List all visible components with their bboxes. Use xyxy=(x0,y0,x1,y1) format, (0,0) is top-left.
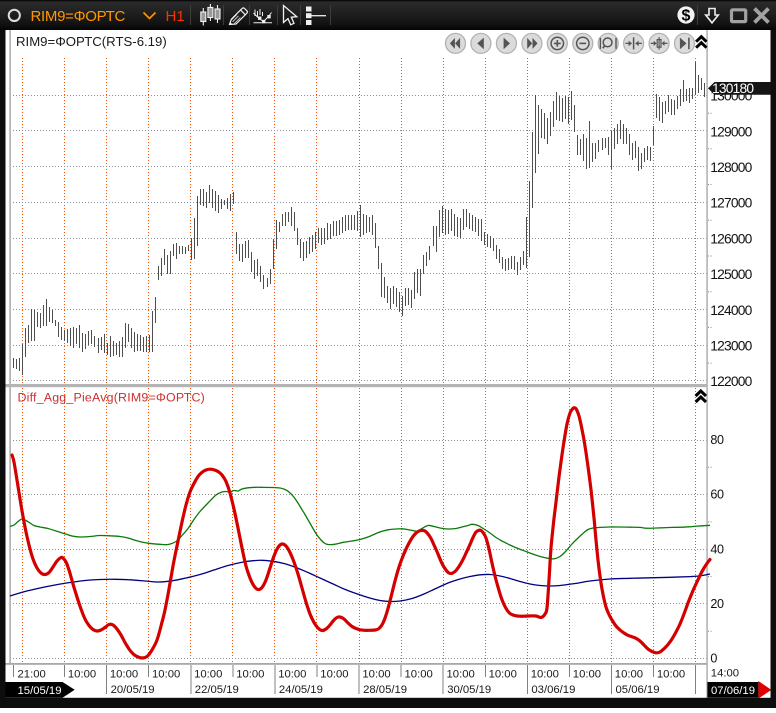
svg-text:24/05/19: 24/05/19 xyxy=(279,684,323,696)
svg-text:14:00: 14:00 xyxy=(711,668,739,680)
svg-text:10:00: 10:00 xyxy=(657,669,685,681)
svg-text:15/05/19: 15/05/19 xyxy=(18,685,62,697)
svg-text:$: $ xyxy=(682,8,691,25)
svg-text:129000: 129000 xyxy=(710,124,752,139)
svg-text:10:00: 10:00 xyxy=(531,669,559,681)
svg-text:22/05/19: 22/05/19 xyxy=(195,684,239,696)
svg-text:126000: 126000 xyxy=(710,231,752,246)
svg-text:60: 60 xyxy=(710,488,724,502)
svg-text:10:00: 10:00 xyxy=(152,669,180,681)
svg-text:127000: 127000 xyxy=(710,196,752,211)
svg-text:123000: 123000 xyxy=(710,339,752,354)
svg-text:Diff_Agg_PieAvg(RIM9=ΦОРТС): Diff_Agg_PieAvg(RIM9=ΦОРТС) xyxy=(18,391,205,405)
svg-text:RIM9=ΦОРТС(RTS-6.19): RIM9=ΦОРТС(RTS-6.19) xyxy=(16,34,167,49)
svg-text:40: 40 xyxy=(710,542,724,556)
svg-text:07/06/19: 07/06/19 xyxy=(711,685,755,697)
svg-text:03/06/19: 03/06/19 xyxy=(531,684,575,696)
svg-text:20: 20 xyxy=(710,597,724,611)
svg-text:80: 80 xyxy=(710,433,724,447)
svg-text:10:00: 10:00 xyxy=(362,669,390,681)
svg-text:124000: 124000 xyxy=(710,303,752,318)
svg-text:10:00: 10:00 xyxy=(615,669,643,681)
svg-text:125000: 125000 xyxy=(710,267,752,282)
svg-text:0: 0 xyxy=(710,652,717,666)
svg-text:10:00: 10:00 xyxy=(110,669,138,681)
svg-text:10:00: 10:00 xyxy=(68,669,96,681)
svg-text:20/05/19: 20/05/19 xyxy=(111,684,155,696)
svg-text:28/05/19: 28/05/19 xyxy=(363,684,407,696)
svg-text:10:00: 10:00 xyxy=(447,669,475,681)
svg-text:10:00: 10:00 xyxy=(489,669,517,681)
svg-text:21:00: 21:00 xyxy=(18,669,46,681)
svg-text:05/06/19: 05/06/19 xyxy=(616,684,660,696)
svg-text:10:00: 10:00 xyxy=(236,669,264,681)
svg-text:10:00: 10:00 xyxy=(405,669,433,681)
svg-text:122000: 122000 xyxy=(710,374,752,389)
svg-text:128000: 128000 xyxy=(710,160,752,175)
svg-text:130180: 130180 xyxy=(712,81,754,96)
svg-text:30/05/19: 30/05/19 xyxy=(447,684,491,696)
svg-text:10:00: 10:00 xyxy=(278,669,306,681)
svg-text:10:00: 10:00 xyxy=(194,669,222,681)
svg-text:RIM9=ΦОРТС: RIM9=ΦОРТС xyxy=(31,8,126,25)
svg-text:10:00: 10:00 xyxy=(320,669,348,681)
svg-text:10:00: 10:00 xyxy=(573,669,601,681)
svg-text:H1: H1 xyxy=(166,8,185,25)
